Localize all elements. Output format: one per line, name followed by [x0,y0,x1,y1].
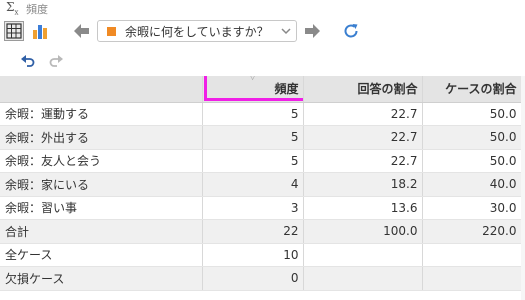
scrollbar-track[interactable] [521,76,525,300]
sort-indicator-icon: ▽ [249,76,256,81]
variable-select-value: 余暇に何をしていますか？ [125,24,269,39]
response-percent-cell: 18.2 [303,172,423,197]
table-view-button[interactable] [4,21,24,41]
row-label: 欠損ケース [0,266,203,291]
arrow-right-icon [305,24,320,38]
row-label: 合計 [0,219,203,244]
frequency-cell: 5 [202,125,304,150]
row-label: 余暇：友人と会う [0,149,203,173]
redo-button[interactable] [48,52,64,68]
frequency-cell: 10 [202,243,304,267]
header-case-percent[interactable]: ケースの割合 [422,76,522,103]
response-percent-cell: 22.7 [303,149,423,173]
case-percent-cell [422,266,522,291]
response-percent-cell: 13.6 [303,196,423,220]
frequency-cell: 5 [202,149,304,173]
table-row: 余暇：運動する 5 22.7 50.0 [0,102,522,126]
next-variable-button[interactable] [302,21,322,41]
header-frequency-label: 頻度 [274,82,299,97]
frequency-cell: 0 [202,266,304,291]
response-percent-cell [303,243,423,267]
frequency-cell: 22 [202,219,304,244]
row-label: 余暇：外出する [0,125,203,150]
frequency-cell: 3 [202,196,304,220]
sigma-icon: Σx [6,0,19,17]
response-percent-cell [303,266,423,291]
response-percent-cell: 100.0 [303,219,423,244]
case-percent-cell: 50.0 [422,149,522,173]
chevron-down-icon [281,28,291,35]
all-cases-row: 全ケース 10 [0,243,522,267]
response-percent-cell: 22.7 [303,125,423,150]
case-percent-cell [422,243,522,267]
refresh-button[interactable] [341,21,361,41]
total-row: 合計 22 100.0 220.0 [0,219,522,244]
frequency-table: ▽ 頻度 回答の割合 ケースの割合 余暇：運動する 5 22.7 50.0 余暇… [0,76,522,291]
refresh-icon [344,24,358,38]
row-label: 全ケース [0,243,203,267]
row-label: 余暇：家にいる [0,172,203,197]
header-response-percent[interactable]: 回答の割合 [303,76,423,103]
table-row: 余暇：外出する 5 22.7 50.0 [0,125,522,150]
case-percent-cell: 220.0 [422,219,522,244]
undo-button[interactable] [20,52,36,68]
table-row: 余暇：友人と会う 5 22.7 50.0 [0,149,522,173]
case-percent-cell: 40.0 [422,172,522,197]
title-bar: Σx 頻度 [0,0,525,17]
variable-type-icon [107,26,116,36]
table-row: 余暇：家にいる 4 18.2 40.0 [0,172,522,197]
missing-cases-row: 欠損ケース 0 [0,266,522,291]
case-percent-cell: 50.0 [422,102,522,126]
chart-view-button[interactable] [30,21,50,41]
header-label-column [0,76,203,103]
response-percent-cell: 22.7 [303,102,423,126]
arrow-left-icon [74,24,89,38]
bar-chart-icon [33,25,47,39]
window-title: 頻度 [26,2,48,16]
table-row: 余暇：習い事 3 13.6 30.0 [0,196,522,220]
table-header-row: ▽ 頻度 回答の割合 ケースの割合 [0,76,522,103]
table-grid-icon [6,23,22,39]
previous-variable-button[interactable] [72,21,92,41]
header-frequency[interactable]: ▽ 頻度 [202,76,304,103]
variable-select[interactable]: 余暇に何をしていますか？ [97,20,297,42]
case-percent-cell: 30.0 [422,196,522,220]
case-percent-cell: 50.0 [422,125,522,150]
frequency-cell: 4 [202,172,304,197]
row-label: 余暇：習い事 [0,196,203,220]
row-label: 余暇：運動する [0,102,203,126]
frequency-cell: 5 [202,102,304,126]
